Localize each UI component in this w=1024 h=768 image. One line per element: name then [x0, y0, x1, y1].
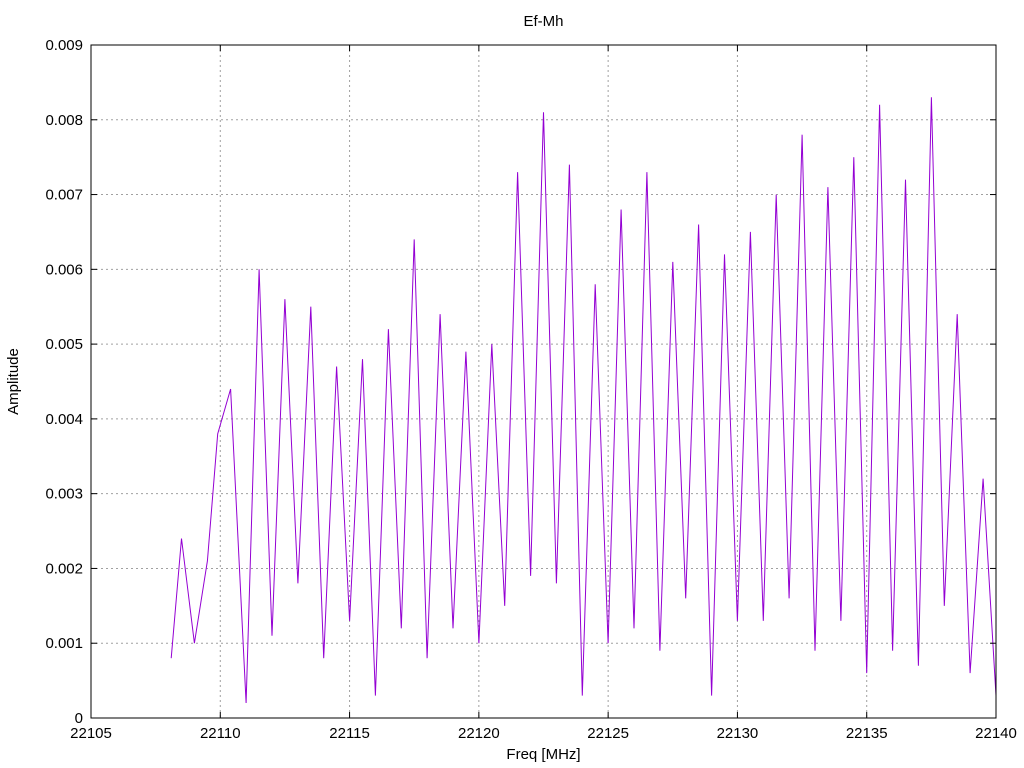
x-tick-label: 22120: [458, 725, 500, 742]
x-axis-label: Freq [MHz]: [506, 746, 580, 763]
tick-marks: [90, 44, 997, 719]
y-tick-label: 0.002: [45, 560, 83, 577]
y-tick-label: 0.001: [45, 635, 83, 652]
series-layer: [170, 97, 997, 704]
chart-title: Ef-Mh: [523, 13, 563, 30]
y-axis-label: Amplitude: [5, 348, 22, 415]
y-tick-label: 0.005: [45, 336, 83, 353]
y-tick-label: 0.006: [45, 261, 83, 278]
x-tick-labels: 22105 22110 22115 22120 22125 22130 22135 22140: [70, 725, 1017, 742]
y-tick-label: 0: [75, 710, 83, 727]
x-tick-label: 22110: [200, 725, 241, 742]
plot-frame: [90, 44, 997, 719]
y-tick-label: 0.007: [45, 187, 83, 204]
x-tick-label: 22140: [975, 725, 1017, 742]
amplitude-series-line: [170, 97, 997, 704]
y-tick-label: 0.008: [45, 112, 83, 129]
y-tick-labels: 0 0.001 0.002 0.003 0.004 0.005 0.006 0.007 0.00…: [45, 37, 83, 727]
x-tick-label: 22125: [587, 725, 629, 742]
y-tick-label: 0.004: [45, 411, 83, 428]
x-tick-label: 22105: [70, 725, 112, 742]
grid-lines: [91, 45, 996, 718]
x-tick-label: 22135: [846, 725, 888, 742]
x-tick-label: 22115: [329, 725, 370, 742]
amplitude-line-chart: 22105 22110 22115 22120 22125 22130 22135 22140…: [5, 13, 1017, 763]
x-tick-label: 22130: [717, 725, 759, 742]
y-tick-label: 0.003: [45, 486, 83, 503]
y-tick-label: 0.009: [45, 37, 83, 54]
